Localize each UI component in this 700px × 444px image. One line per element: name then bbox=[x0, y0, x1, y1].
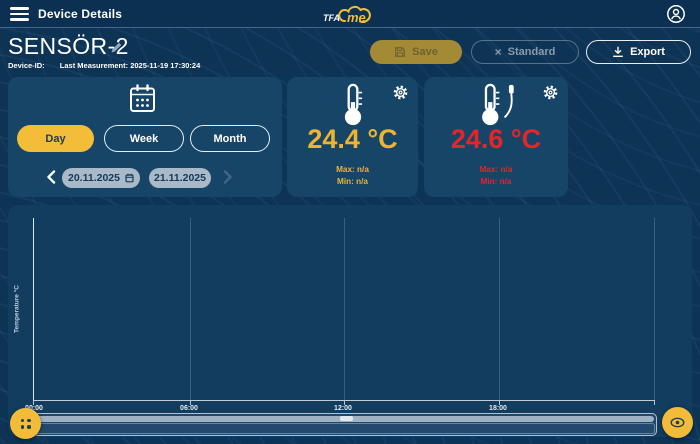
prev-day-icon[interactable] bbox=[46, 170, 56, 184]
cloud-logo-icon: TFA me bbox=[320, 1, 382, 28]
date-picker-icon bbox=[125, 173, 134, 183]
export-button[interactable]: Export bbox=[586, 40, 691, 64]
device-id-label: Device-ID: bbox=[8, 61, 45, 70]
dots-grid-icon bbox=[20, 418, 32, 430]
sensor-card-internal: 24.4 °C Max: n/a Min: n/a bbox=[287, 77, 418, 197]
date-to-value: 21.11.2025 bbox=[154, 172, 206, 184]
app-root: Device Details TFA me SENSÖR-2 Device-ID… bbox=[0, 0, 700, 444]
save-floppy-icon bbox=[394, 46, 406, 58]
close-x-icon: × bbox=[495, 45, 502, 59]
date-row: 20.11.2025 21.11.2025 bbox=[8, 168, 282, 188]
save-button[interactable]: Save bbox=[370, 40, 462, 64]
visibility-toggle-button[interactable] bbox=[662, 407, 693, 438]
scrollbar-track bbox=[35, 423, 655, 434]
settings-gear-icon[interactable] bbox=[393, 85, 408, 105]
chart-y-axis-label: Temperature °C bbox=[14, 285, 21, 333]
logo-tfa-text: TFA bbox=[323, 13, 340, 23]
chart-range-scrollbar[interactable] bbox=[33, 413, 657, 436]
action-buttons: Save × Standard Export bbox=[370, 40, 691, 64]
range-buttons: Day Week Month bbox=[8, 125, 282, 152]
chart-tick bbox=[654, 401, 655, 405]
scrollbar-handle[interactable] bbox=[340, 416, 353, 421]
date-from-value: 20.11.2025 bbox=[68, 172, 120, 184]
last-measurement-label: Last Measurement: 2025-11-19 17:30:24 bbox=[60, 61, 201, 70]
top-bar: Device Details TFA me bbox=[0, 0, 700, 28]
temperature-value: 24.6 °C bbox=[424, 124, 568, 155]
next-day-icon[interactable] bbox=[223, 170, 233, 184]
chart-panel: Temperature °C 00:00 06:00 12:00 18:00 bbox=[8, 205, 692, 437]
scrollbar-rail[interactable] bbox=[36, 416, 654, 422]
min-value: Min: n/a bbox=[424, 177, 568, 186]
tfa-me-logo: TFA me bbox=[320, 1, 382, 28]
chart-gridline bbox=[344, 218, 345, 400]
settings-gear-icon[interactable] bbox=[543, 85, 558, 105]
menu-icon[interactable] bbox=[10, 7, 29, 21]
sensor-card-probe: 24.6 °C Max: n/a Min: n/a bbox=[424, 77, 568, 197]
month-button[interactable]: Month bbox=[190, 125, 270, 152]
export-label: Export bbox=[630, 46, 665, 58]
edit-pencil-icon[interactable] bbox=[110, 41, 123, 54]
week-button[interactable]: Week bbox=[104, 125, 184, 152]
logo-me-text: me bbox=[347, 10, 366, 25]
eye-icon bbox=[670, 417, 685, 428]
max-value: Max: n/a bbox=[424, 165, 568, 174]
calendar-icon bbox=[129, 84, 156, 113]
date-to-input[interactable]: 21.11.2025 bbox=[149, 168, 211, 188]
save-label: Save bbox=[412, 46, 438, 58]
drag-handle-button[interactable] bbox=[10, 408, 41, 439]
device-meta: Device-ID: Last Measurement: 2025-11-19 … bbox=[8, 61, 213, 70]
page-title: Device Details bbox=[38, 7, 122, 21]
chart-gridline bbox=[499, 218, 500, 400]
x-tick-label: 12:00 bbox=[334, 405, 352, 412]
account-icon[interactable] bbox=[666, 4, 686, 24]
x-tick-label: 06:00 bbox=[180, 405, 198, 412]
min-value: Min: n/a bbox=[287, 177, 418, 186]
chart-gridline bbox=[190, 218, 191, 400]
date-range-panel: Day Week Month 20.11.2025 21.11.2025 bbox=[8, 77, 282, 197]
thermometer-icon bbox=[336, 83, 370, 127]
day-button[interactable]: Day bbox=[17, 125, 94, 152]
chart-gridline bbox=[654, 218, 655, 400]
standard-button[interactable]: × Standard bbox=[471, 40, 579, 64]
chart-y-axis bbox=[33, 218, 34, 400]
temperature-value: 24.4 °C bbox=[287, 124, 418, 155]
thermometer-probe-icon bbox=[473, 83, 519, 127]
max-value: Max: n/a bbox=[287, 165, 418, 174]
date-from-input[interactable]: 20.11.2025 bbox=[62, 168, 140, 188]
standard-label: Standard bbox=[508, 46, 556, 58]
x-tick-label: 18:00 bbox=[489, 405, 507, 412]
download-icon bbox=[612, 46, 624, 58]
